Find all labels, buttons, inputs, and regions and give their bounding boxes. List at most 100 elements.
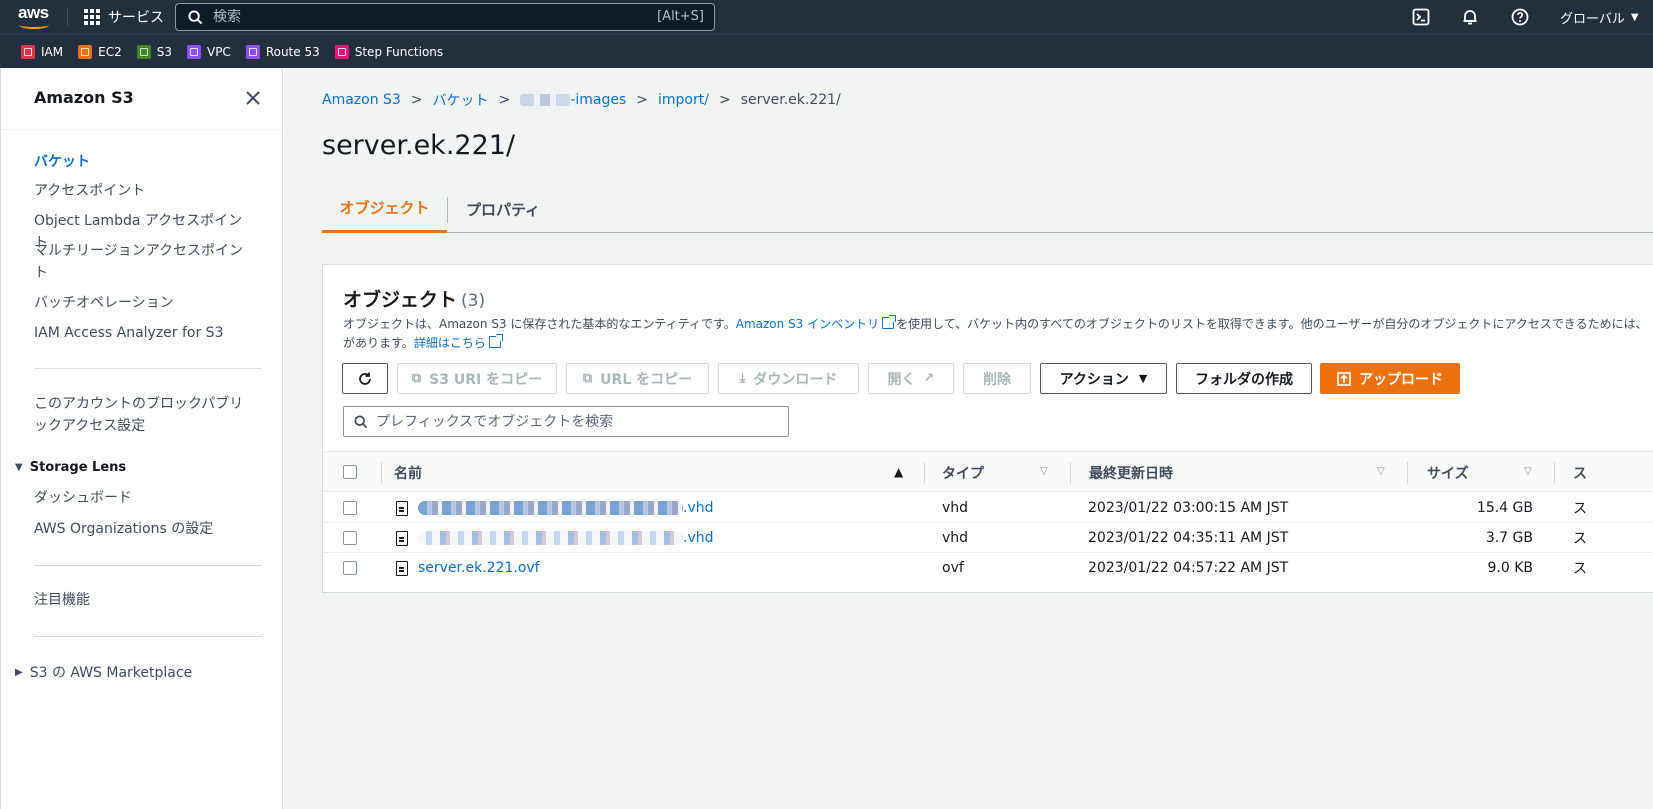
table-row[interactable]: .vhd vhd 2023/01/22 03:00:15 AM JST 15.4…: [323, 493, 1653, 523]
table-row[interactable]: .vhd vhd 2023/01/22 04:35:11 AM JST 3.7 …: [323, 523, 1653, 553]
prefix-search-input[interactable]: [376, 413, 776, 430]
column-header-last-modified[interactable]: 最終更新日時: [1089, 452, 1173, 493]
caret-down-icon: ▼: [1138, 372, 1148, 385]
favorite-ec2[interactable]: EC2: [78, 44, 122, 59]
row-checkbox[interactable]: [343, 561, 357, 575]
sidebar-section-storage-lens[interactable]: ▼ Storage Lens: [15, 460, 126, 475]
sidebar-item-buckets[interactable]: バケット: [34, 151, 254, 173]
sort-ascending-icon[interactable]: ▲: [894, 465, 903, 479]
sidebar-item-iam-access-analyzer[interactable]: IAM Access Analyzer for S3: [34, 322, 254, 344]
prefix-search[interactable]: [343, 406, 789, 437]
breadcrumb-bucket[interactable]: -images: [520, 92, 626, 108]
object-name-link[interactable]: server.ek.221.ovf: [418, 553, 540, 583]
tab-properties[interactable]: プロパティ: [448, 185, 558, 233]
favorite-label: Route 53: [265, 44, 320, 59]
breadcrumb-current: server.ek.221/: [740, 92, 841, 108]
row-checkbox[interactable]: [343, 531, 357, 545]
object-name-link[interactable]: .vhd: [418, 493, 714, 523]
column-header-storage-class[interactable]: ス: [1573, 452, 1587, 493]
create-folder-button[interactable]: フォルダの作成: [1176, 363, 1312, 394]
inventory-link[interactable]: Amazon S3 インベントリ: [736, 317, 879, 331]
main-content: Amazon S3 > バケット > -images > import/ > s…: [284, 68, 1653, 809]
sort-icon[interactable]: ▽: [1040, 466, 1048, 477]
column-divider: [381, 462, 382, 484]
table-row[interactable]: server.ek.221.ovf ovf 2023/01/22 04:57:2…: [323, 553, 1653, 583]
column-divider: [1070, 462, 1071, 484]
favorite-step-functions[interactable]: Step Functions: [334, 44, 444, 59]
file-icon: [396, 561, 408, 576]
objects-heading: オブジェクト (3): [343, 285, 485, 312]
cloudshell-icon[interactable]: [1411, 7, 1431, 27]
external-link-icon: ↗: [923, 371, 935, 386]
services-menu-button[interactable]: サービス: [84, 0, 164, 34]
help-icon[interactable]: [1510, 7, 1530, 27]
column-divider: [1407, 462, 1408, 484]
row-checkbox[interactable]: [343, 501, 357, 515]
sidebar-item-multi-region[interactable]: マルチリージョンアクセスポイント: [34, 240, 254, 284]
learn-more-link[interactable]: 詳細はこちら: [414, 336, 486, 350]
tab-objects[interactable]: オブジェクト: [322, 185, 447, 233]
delete-button[interactable]: 削除: [963, 363, 1031, 394]
object-name-suffix: .vhd: [683, 500, 714, 516]
object-last-modified: 2023/01/22 04:57:22 AM JST: [1088, 560, 1289, 576]
search-icon: [188, 9, 203, 24]
actions-dropdown[interactable]: アクション ▼: [1040, 363, 1167, 394]
favorite-label: VPC: [206, 44, 231, 59]
object-size: 15.4 GB: [1476, 500, 1533, 516]
iam-icon: [21, 44, 35, 59]
redacted-text: [520, 94, 571, 106]
external-link-icon: [882, 315, 897, 329]
object-name-suffix: .vhd: [683, 530, 714, 546]
sidebar-item-batch-operations[interactable]: バッチオペレーション: [34, 292, 254, 314]
external-link-icon: [488, 334, 503, 348]
object-type: vhd: [942, 530, 969, 546]
breadcrumb-buckets[interactable]: バケット: [433, 90, 489, 110]
favorite-route53[interactable]: Route 53: [245, 44, 320, 59]
download-label: ダウンロード: [753, 371, 838, 388]
column-header-type[interactable]: タイプ: [942, 452, 984, 493]
object-type: ovf: [942, 560, 964, 576]
column-header-name[interactable]: 名前: [394, 452, 422, 493]
open-button[interactable]: 開く ↗: [868, 363, 954, 394]
search-input[interactable]: [213, 9, 633, 25]
upload-button[interactable]: アップロード: [1320, 363, 1460, 394]
refresh-button[interactable]: [342, 363, 388, 394]
breadcrumb-import[interactable]: import/: [658, 92, 709, 108]
sidebar-section-marketplace[interactable]: ▶ S3 の AWS Marketplace: [15, 662, 192, 682]
object-size: 3.7 GB: [1485, 530, 1533, 546]
sort-icon[interactable]: ▽: [1377, 466, 1385, 477]
breadcrumb-amazon-s3[interactable]: Amazon S3: [322, 92, 401, 108]
objects-container: オブジェクト (3) オブジェクトは、Amazon S3 に保存された基本的なエン…: [322, 264, 1653, 593]
chevron-right-icon: >: [410, 92, 423, 108]
vpc-icon: [186, 44, 201, 59]
copy-s3-uri-button[interactable]: ⧉ S3 URI をコピー: [397, 363, 557, 394]
bell-icon[interactable]: [1460, 7, 1480, 27]
sidebar-item-access-points[interactable]: アクセスポイント: [34, 180, 254, 202]
caret-right-icon: ▶: [15, 666, 23, 678]
favorite-iam[interactable]: IAM: [21, 44, 63, 59]
favorite-vpc[interactable]: VPC: [186, 44, 231, 59]
object-size: 9.0 KB: [1487, 560, 1534, 576]
sidebar-item-organizations-settings[interactable]: AWS Organizations の設定: [34, 518, 254, 540]
favorite-s3[interactable]: S3: [136, 44, 172, 59]
sort-icon[interactable]: ▽: [1524, 466, 1532, 477]
sidebar-item-dashboard[interactable]: ダッシュボード: [34, 487, 254, 509]
object-storage-class: ス: [1573, 561, 1587, 577]
favorite-label: Step Functions: [354, 44, 444, 59]
copy-s3-uri-label: S3 URI をコピー: [429, 371, 543, 388]
close-icon[interactable]: [244, 89, 262, 107]
aws-logo-text: aws: [18, 3, 49, 22]
copy-url-button[interactable]: ⧉ URL をコピー: [566, 363, 709, 394]
favorite-label: EC2: [98, 44, 122, 59]
select-all-checkbox[interactable]: [343, 465, 357, 479]
global-search[interactable]: [Alt+S]: [175, 3, 715, 31]
aws-logo[interactable]: aws: [18, 3, 52, 29]
object-name-link[interactable]: .vhd: [418, 523, 714, 553]
sidebar-item-block-public-access[interactable]: このアカウントのブロックパブリックアクセス設定: [34, 393, 254, 437]
favorites-bar: IAM EC2 S3 VPC Route 53 Step Functions: [0, 34, 1653, 68]
sidebar-divider: [34, 636, 262, 637]
column-header-size[interactable]: サイズ: [1427, 452, 1469, 493]
region-selector[interactable]: グローバル ▼: [1560, 0, 1639, 34]
sidebar-item-featured[interactable]: 注目機能: [34, 589, 254, 611]
download-button[interactable]: ⤓ ダウンロード: [718, 363, 859, 394]
